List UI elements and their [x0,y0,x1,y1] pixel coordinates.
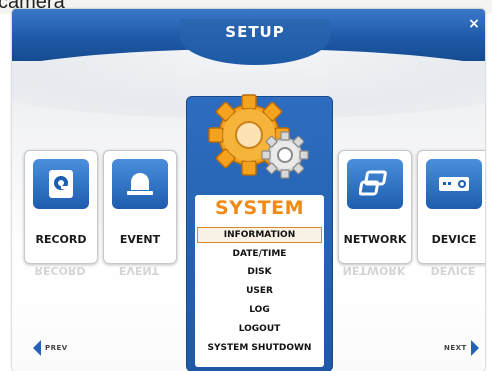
prev-button[interactable]: PREV [32,339,68,357]
close-button[interactable]: × [467,17,481,31]
next-arrow-icon [470,340,479,356]
record-reflection: RECORD [24,262,96,282]
menu-item-information[interactable]: INFORMATION [197,227,322,243]
system-menu: SYSTEM INFORMATION DATE/TIME DISK USER L… [195,195,324,367]
device-tile[interactable]: DEVICE [417,150,485,264]
disk-icon [33,159,89,209]
menu-item-date-time[interactable]: DATE/TIME [197,246,322,262]
record-reflection-text: RECORD [34,264,86,277]
alarm-icon [112,159,168,209]
system-panel: SYSTEM INFORMATION DATE/TIME DISK USER L… [186,94,333,371]
network-tile[interactable]: NETWORK [338,150,412,264]
network-label: NETWORK [343,233,407,246]
next-label: NEXT [444,344,467,352]
device-reflection-text: DEVICE [430,264,476,277]
event-reflection: EVENT [103,262,175,282]
next-button[interactable]: NEXT [444,339,480,357]
record-label: RECORD [35,233,87,246]
menu-item-user[interactable]: USER [197,283,322,299]
event-label: EVENT [119,233,161,246]
device-reflection: DEVICE [417,262,485,282]
device-label: DEVICE [431,233,477,246]
record-tile[interactable]: RECORD [24,150,98,264]
prev-label: PREV [45,344,68,352]
network-icon [347,159,403,209]
prev-arrow-icon [33,340,41,356]
window-title: SETUP [225,23,285,41]
menu-item-system-shutdown[interactable]: SYSTEM SHUTDOWN [197,340,322,356]
menu-item-disk[interactable]: DISK [197,264,322,280]
gears-icon [201,89,317,197]
network-reflection: NETWORK [338,262,410,282]
menu-item-log[interactable]: LOG [197,302,322,318]
event-reflection-text: EVENT [118,264,160,277]
setup-window: SETUP × RECORD RECORD EVENT EVENT NETWOR… [12,9,485,371]
event-tile[interactable]: EVENT [103,150,177,264]
system-menu-title: SYSTEM [215,197,304,219]
menu-item-logout[interactable]: LOGOUT [197,321,322,337]
projector-icon [426,159,482,209]
network-reflection-text: NETWORK [342,264,406,277]
